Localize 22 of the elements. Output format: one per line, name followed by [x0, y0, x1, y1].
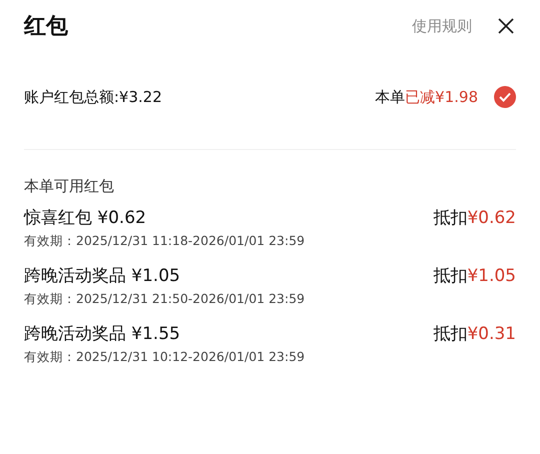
deduct-label: 抵扣	[433, 207, 468, 229]
deduct-label: 抵扣	[433, 265, 468, 287]
validity-period: 有效期：2025/12/31 21:50-2026/01/01 23:59	[24, 291, 306, 308]
close-button[interactable]	[496, 16, 516, 36]
validity-period: 有效期：2025/12/31 11:18-2026/01/01 23:59	[24, 233, 306, 250]
packet-name: 惊喜红包 ¥0.62	[24, 207, 146, 229]
checkmark-icon	[499, 92, 511, 102]
deducted-amount: 已减¥1.98	[405, 88, 478, 106]
usage-rules-link[interactable]: 使用规则	[412, 16, 472, 36]
summary-label: 本单	[375, 88, 406, 106]
packet-name: 跨晚活动奖品 ¥1.55	[24, 323, 180, 345]
deduct-amount: ¥0.31	[467, 324, 516, 344]
title: 红包	[24, 13, 69, 41]
validity-period: 有效期：2025/12/31 10:12-2026/01/01 23:59	[24, 349, 306, 366]
section-title: 本单可用红包	[24, 177, 115, 196]
checkbox[interactable]	[494, 86, 516, 108]
total-balance: 账户红包总额:¥3.22	[24, 88, 163, 106]
close-icon	[496, 16, 516, 36]
deduct-amount: ¥0.62	[467, 208, 516, 228]
deduct-amount: ¥1.05	[467, 266, 516, 286]
packet-name: 跨晚活动奖品 ¥1.05	[24, 265, 180, 287]
deduct-label: 抵扣	[433, 323, 468, 345]
